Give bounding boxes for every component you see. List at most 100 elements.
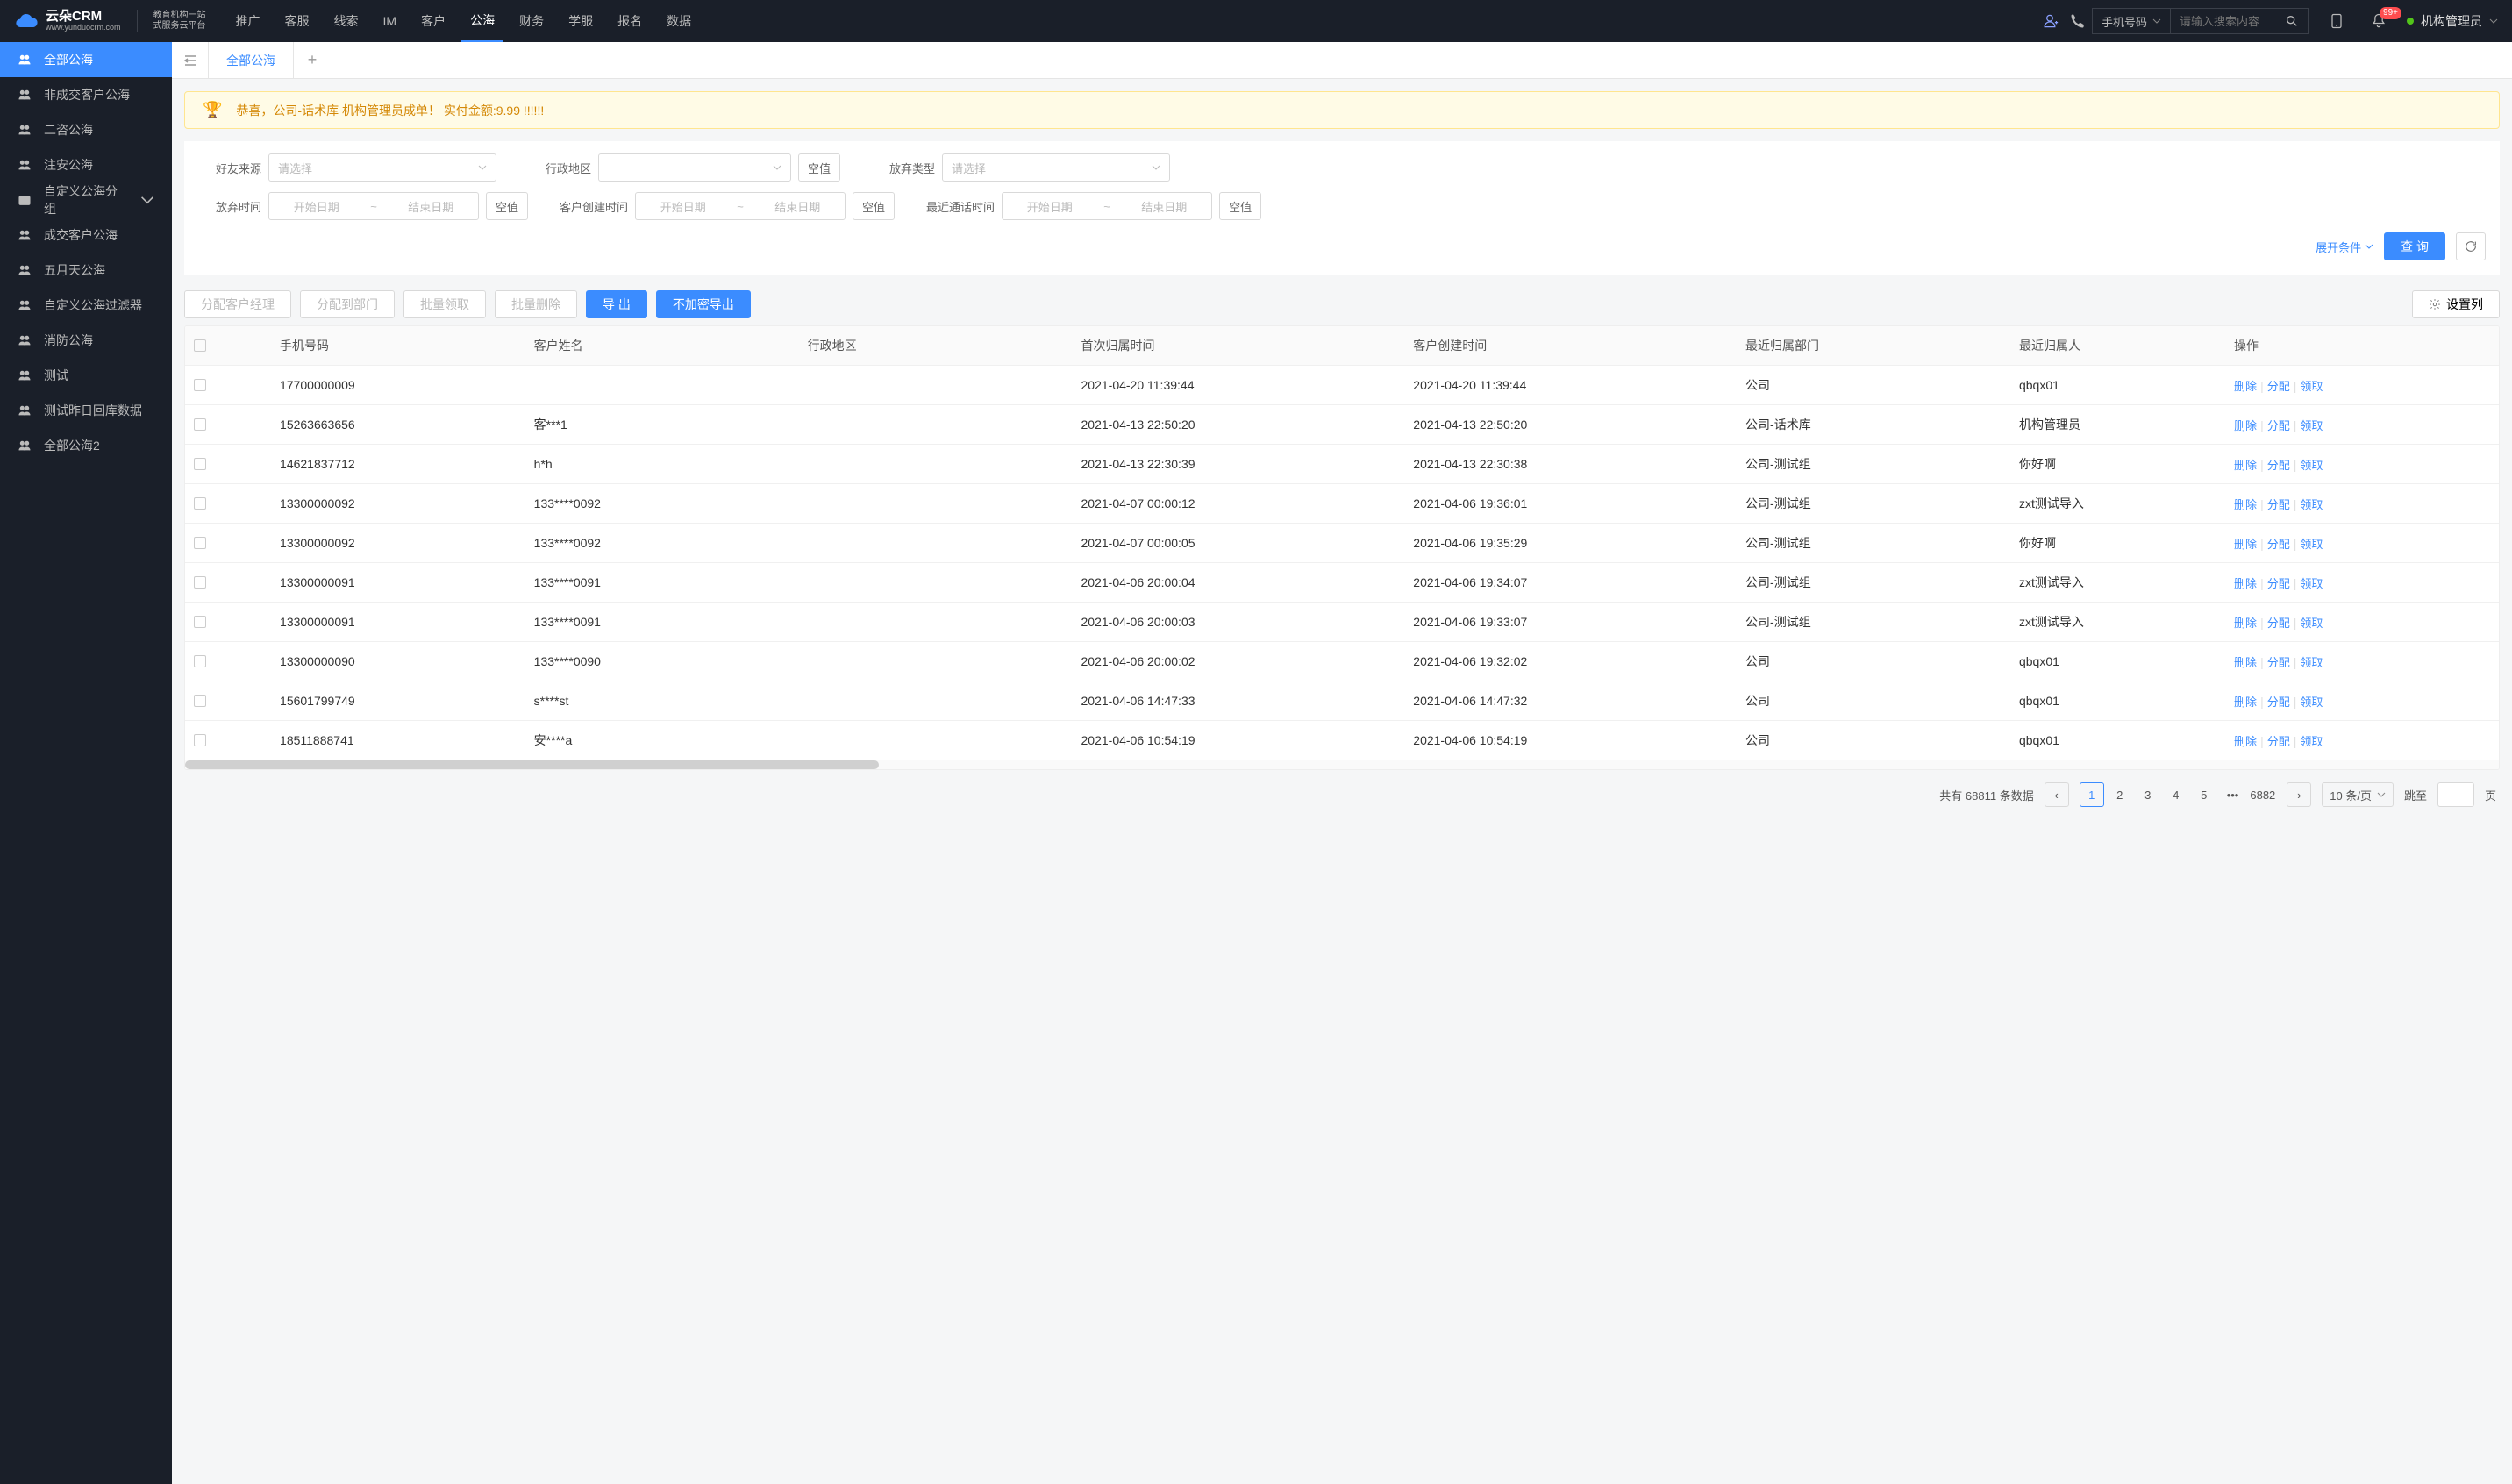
op-delete[interactable]: 删除 — [2234, 498, 2257, 511]
row-checkbox[interactable] — [194, 695, 206, 707]
op-claim[interactable]: 领取 — [2300, 656, 2323, 669]
page-jump-input[interactable] — [2437, 782, 2474, 807]
row-checkbox[interactable] — [194, 655, 206, 667]
export-button[interactable]: 导 出 — [586, 290, 647, 318]
op-claim[interactable]: 领取 — [2300, 380, 2323, 393]
sidebar-item[interactable]: 自定义公海分组 — [0, 182, 172, 218]
page-number[interactable]: 5 — [2192, 782, 2216, 807]
sidebar-item[interactable]: 测试 — [0, 358, 172, 393]
assign-dept-button[interactable]: 分配到部门 — [300, 290, 395, 318]
sidebar-item[interactable]: 自定义公海过滤器 — [0, 288, 172, 323]
search-input[interactable] — [2171, 15, 2276, 28]
op-claim[interactable]: 领取 — [2300, 696, 2323, 709]
expand-filters-button[interactable]: 展开条件 — [2316, 239, 2373, 255]
row-checkbox[interactable] — [194, 576, 206, 589]
op-assign[interactable]: 分配 — [2267, 459, 2290, 472]
op-delete[interactable]: 删除 — [2234, 577, 2257, 590]
assign-manager-button[interactable]: 分配客户经理 — [184, 290, 291, 318]
export-plain-button[interactable]: 不加密导出 — [656, 290, 751, 318]
select-all-checkbox[interactable] — [194, 339, 206, 352]
set-columns-button[interactable]: 设置列 — [2412, 290, 2500, 318]
sidebar-item[interactable]: 消防公海 — [0, 323, 172, 358]
row-checkbox[interactable] — [194, 379, 206, 391]
region-select[interactable] — [598, 153, 791, 182]
op-claim[interactable]: 领取 — [2300, 577, 2323, 590]
tab-all-sea[interactable]: 全部公海 — [209, 42, 294, 78]
sidebar-item[interactable]: 全部公海 — [0, 42, 172, 77]
sidebar-item[interactable]: 非成交客户公海 — [0, 77, 172, 112]
page-size-select[interactable]: 10 条/页 — [2322, 782, 2394, 807]
tablet-icon[interactable] — [2328, 12, 2345, 30]
sidebar-item[interactable]: 二咨公海 — [0, 112, 172, 147]
op-delete[interactable]: 删除 — [2234, 656, 2257, 669]
reset-button[interactable] — [2456, 232, 2486, 260]
nav-item[interactable]: 公海 — [461, 0, 503, 42]
op-claim[interactable]: 领取 — [2300, 617, 2323, 630]
sidebar-item[interactable]: 五月天公海 — [0, 253, 172, 288]
sidebar-item[interactable]: 成交客户公海 — [0, 218, 172, 253]
op-delete[interactable]: 删除 — [2234, 380, 2257, 393]
abandon-type-select[interactable]: 请选择 — [942, 153, 1170, 182]
op-assign[interactable]: 分配 — [2267, 656, 2290, 669]
row-checkbox[interactable] — [194, 497, 206, 510]
op-delete[interactable]: 删除 — [2234, 419, 2257, 432]
sidebar-item[interactable]: 全部公海2 — [0, 428, 172, 463]
row-checkbox[interactable] — [194, 537, 206, 549]
call-time-range[interactable]: 开始日期~结束日期 — [1002, 192, 1212, 220]
batch-delete-button[interactable]: 批量删除 — [495, 290, 577, 318]
op-delete[interactable]: 删除 — [2234, 538, 2257, 551]
tab-add[interactable]: + — [294, 42, 331, 78]
op-assign[interactable]: 分配 — [2267, 380, 2290, 393]
abandon-time-range[interactable]: 开始日期~结束日期 — [268, 192, 479, 220]
page-last[interactable]: 6882 — [2249, 782, 2276, 807]
sidebar-item[interactable]: 测试昨日回库数据 — [0, 393, 172, 428]
op-claim[interactable]: 领取 — [2300, 538, 2323, 551]
nav-item[interactable]: 数据 — [658, 0, 700, 42]
op-delete[interactable]: 删除 — [2234, 459, 2257, 472]
search-button[interactable] — [2276, 14, 2308, 28]
nav-item[interactable]: 财务 — [510, 0, 553, 42]
phone-icon[interactable] — [2069, 12, 2087, 30]
op-assign[interactable]: 分配 — [2267, 498, 2290, 511]
row-checkbox[interactable] — [194, 616, 206, 628]
op-claim[interactable]: 领取 — [2300, 498, 2323, 511]
row-checkbox[interactable] — [194, 458, 206, 470]
op-claim[interactable]: 领取 — [2300, 735, 2323, 748]
row-checkbox[interactable] — [194, 734, 206, 746]
nav-item[interactable]: 学服 — [560, 0, 602, 42]
op-assign[interactable]: 分配 — [2267, 735, 2290, 748]
tabs-collapse[interactable] — [172, 42, 209, 78]
nav-item[interactable]: 客服 — [276, 0, 318, 42]
friend-source-select[interactable]: 请选择 — [268, 153, 496, 182]
nav-item[interactable]: 客户 — [412, 0, 454, 42]
page-number[interactable]: 4 — [2164, 782, 2188, 807]
op-assign[interactable]: 分配 — [2267, 696, 2290, 709]
page-next[interactable]: › — [2287, 782, 2311, 807]
nav-item[interactable]: 线索 — [325, 0, 368, 42]
page-number[interactable]: 3 — [2136, 782, 2160, 807]
add-user-icon[interactable] — [2041, 12, 2059, 30]
create-time-range[interactable]: 开始日期~结束日期 — [635, 192, 846, 220]
op-delete[interactable]: 删除 — [2234, 696, 2257, 709]
op-delete[interactable]: 删除 — [2234, 735, 2257, 748]
op-assign[interactable]: 分配 — [2267, 419, 2290, 432]
op-assign[interactable]: 分配 — [2267, 577, 2290, 590]
op-claim[interactable]: 领取 — [2300, 419, 2323, 432]
nav-item[interactable]: 推广 — [227, 0, 269, 42]
page-number[interactable]: 1 — [2080, 782, 2104, 807]
region-null-button[interactable]: 空值 — [798, 153, 840, 182]
op-delete[interactable]: 删除 — [2234, 617, 2257, 630]
abandon-time-null-button[interactable]: 空值 — [486, 192, 528, 220]
search-type-select[interactable]: 手机号码 — [2093, 9, 2171, 33]
op-claim[interactable]: 领取 — [2300, 459, 2323, 472]
logo[interactable]: 云朵CRM www.yunduocrm.com 教育机构一站 式服务云平台 — [14, 9, 206, 33]
horizontal-scrollbar[interactable] — [185, 760, 2499, 769]
row-checkbox[interactable] — [194, 418, 206, 431]
query-button[interactable]: 查 询 — [2384, 232, 2445, 260]
op-assign[interactable]: 分配 — [2267, 617, 2290, 630]
notification-bell[interactable]: 99+ — [2365, 12, 2393, 30]
nav-item[interactable]: 报名 — [609, 0, 651, 42]
call-time-null-button[interactable]: 空值 — [1219, 192, 1261, 220]
create-time-null-button[interactable]: 空值 — [853, 192, 895, 220]
batch-claim-button[interactable]: 批量领取 — [403, 290, 486, 318]
